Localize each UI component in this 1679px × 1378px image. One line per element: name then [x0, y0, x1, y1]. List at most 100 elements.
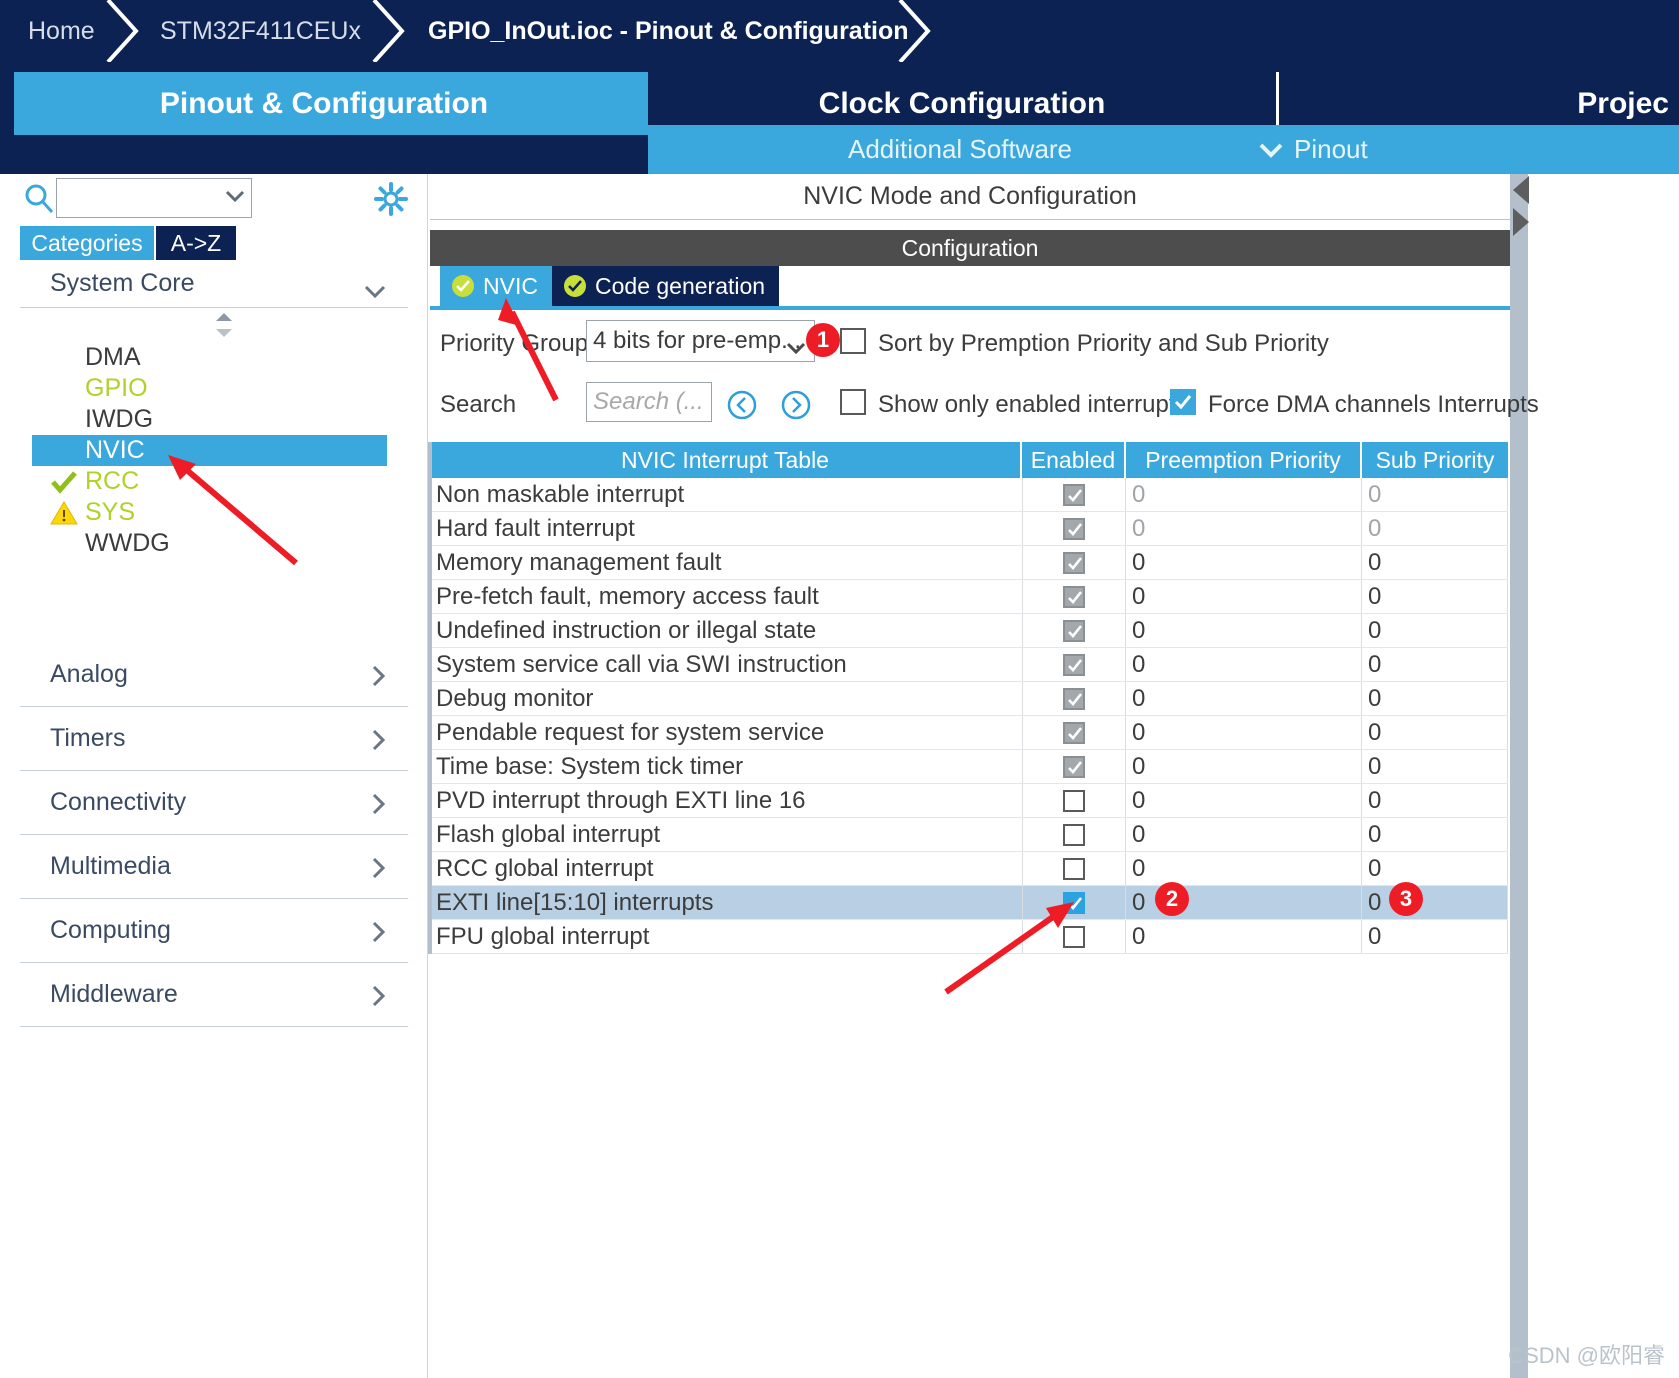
interrupt-search-input[interactable]: Search (... [586, 382, 712, 422]
chevron-right-icon[interactable] [372, 729, 386, 751]
checkbox-checked-icon[interactable] [1063, 483, 1085, 506]
gear-icon[interactable] [374, 182, 408, 216]
column-header-enabled[interactable]: Enabled [1022, 442, 1126, 478]
collapse-left-arrow-icon[interactable] [1513, 176, 1529, 204]
pinout-dropdown[interactable]: Pinout [1258, 125, 1368, 174]
checkbox-unchecked-icon[interactable] [1063, 857, 1085, 880]
checkbox-checked-icon[interactable] [1063, 551, 1085, 574]
preemption-priority-cell[interactable]: 0 [1126, 512, 1362, 545]
panel-vertical-scrollbar[interactable] [1510, 174, 1528, 1378]
table-row[interactable]: Memory management fault 0 0 [430, 546, 1508, 580]
sidebar-item-nvic[interactable]: NVIC [32, 435, 387, 466]
checkbox-checked-icon[interactable] [1063, 585, 1085, 608]
sub-priority-cell[interactable]: 0 [1362, 546, 1508, 579]
sidebar-group-middleware[interactable]: Middleware [20, 963, 408, 1027]
enabled-cell[interactable] [1022, 478, 1126, 511]
table-row[interactable]: Undefined instruction or illegal state 0 0 [430, 614, 1508, 648]
breadcrumb-item-home[interactable]: Home [28, 0, 95, 62]
enabled-cell[interactable] [1022, 580, 1126, 613]
preemption-priority-cell[interactable]: 0 [1126, 682, 1362, 715]
checkbox-checked-icon[interactable] [1063, 721, 1085, 744]
sub-priority-cell[interactable]: 0 [1362, 648, 1508, 681]
enabled-cell[interactable] [1022, 682, 1126, 715]
column-header-sub[interactable]: Sub Priority [1362, 442, 1508, 478]
preemption-priority-cell[interactable]: 0 [1126, 852, 1362, 885]
checkbox-unchecked-icon[interactable] [1063, 789, 1085, 812]
sidebar-group-analog[interactable]: Analog [20, 643, 408, 707]
checkbox-unchecked-icon[interactable] [1063, 925, 1085, 948]
table-row[interactable]: RCC global interrupt 0 0 [430, 852, 1508, 886]
sub-priority-cell[interactable]: 0 [1362, 784, 1508, 817]
preemption-priority-cell[interactable]: 0 [1126, 818, 1362, 851]
checkbox-checked-icon[interactable] [1063, 891, 1085, 914]
table-row[interactable]: Debug monitor 0 0 [430, 682, 1508, 716]
preemption-priority-cell[interactable]: 0 [1126, 716, 1362, 749]
enabled-cell[interactable] [1022, 648, 1126, 681]
enabled-cell[interactable] [1022, 886, 1126, 919]
column-header-name[interactable]: NVIC Interrupt Table [430, 442, 1022, 478]
table-row[interactable]: Pendable request for system service 0 0 [430, 716, 1508, 750]
chevron-left-circle-icon[interactable] [727, 390, 757, 420]
preemption-priority-cell[interactable]: 0 [1126, 784, 1362, 817]
table-row[interactable]: FPU global interrupt 0 0 [430, 920, 1508, 954]
tab-categories[interactable]: Categories [20, 226, 154, 260]
enabled-cell[interactable] [1022, 750, 1126, 783]
chevron-right-icon[interactable] [372, 857, 386, 879]
list-scroll-spinner[interactable] [20, 308, 408, 342]
sub-priority-cell[interactable]: 0 [1362, 818, 1508, 851]
sidebar-group-connectivity[interactable]: Connectivity [20, 771, 408, 835]
show-only-enabled-checkbox[interactable] [840, 389, 866, 415]
sub-priority-cell[interactable]: 0 [1362, 614, 1508, 647]
enabled-cell[interactable] [1022, 512, 1126, 545]
chevron-down-icon[interactable] [364, 277, 386, 299]
sub-priority-cell[interactable]: 0 [1362, 478, 1508, 511]
preemption-priority-cell[interactable]: 0 [1126, 580, 1362, 613]
sidebar-group-computing[interactable]: Computing [20, 899, 408, 963]
enabled-cell[interactable] [1022, 716, 1126, 749]
sidebar-item-rcc[interactable]: RCC [20, 466, 408, 497]
breadcrumb-item-device[interactable]: STM32F411CEUx [160, 0, 361, 62]
enabled-cell[interactable] [1022, 920, 1126, 953]
enabled-cell[interactable] [1022, 784, 1126, 817]
table-row[interactable]: PVD interrupt through EXTI line 16 0 0 [430, 784, 1508, 818]
checkbox-checked-icon[interactable] [1063, 619, 1085, 642]
table-row[interactable]: Pre-fetch fault, memory access fault 0 0 [430, 580, 1508, 614]
sidebar-group-timers[interactable]: Timers [20, 707, 408, 771]
table-row[interactable]: System service call via SWI instruction 0… [430, 648, 1508, 682]
enabled-cell[interactable] [1022, 818, 1126, 851]
sidebar-item-dma[interactable]: DMA [20, 342, 408, 373]
sub-priority-cell[interactable]: 0 [1362, 920, 1508, 953]
priority-group-select[interactable]: 4 bits for pre-emp... [586, 320, 815, 362]
checkbox-checked-icon[interactable] [1063, 517, 1085, 540]
preemption-priority-cell[interactable]: 0 [1126, 920, 1362, 953]
table-row[interactable]: Time base: System tick timer 0 0 [430, 750, 1508, 784]
sub-priority-cell[interactable]: 0 [1362, 750, 1508, 783]
sub-priority-cell[interactable]: 0 [1362, 716, 1508, 749]
chevron-down-icon[interactable] [225, 190, 245, 203]
table-row[interactable]: EXTI line[15:10] interrupts 0 0 [430, 886, 1508, 920]
tab-a-to-z[interactable]: A->Z [156, 226, 236, 260]
additional-software-button[interactable]: Additional Software [848, 125, 1072, 174]
sidebar-group-system-core[interactable]: System Core [20, 260, 408, 308]
enabled-cell[interactable] [1022, 852, 1126, 885]
force-dma-checkbox[interactable] [1170, 389, 1196, 415]
breadcrumb-item-current[interactable]: GPIO_InOut.ioc - Pinout & Configuration [428, 0, 909, 62]
checkbox-checked-icon[interactable] [1063, 653, 1085, 676]
chevron-right-circle-icon[interactable] [781, 390, 811, 420]
tab-code-generation[interactable]: Code generation [552, 266, 780, 306]
preemption-priority-cell[interactable]: 0 [1126, 546, 1362, 579]
chevron-right-icon[interactable] [372, 985, 386, 1007]
sidebar-item-wwdg[interactable]: WWDG [20, 528, 408, 559]
checkbox-unchecked-icon[interactable] [1063, 823, 1085, 846]
sort-by-preemption-checkbox[interactable] [840, 328, 866, 354]
table-row[interactable]: Non maskable interrupt 0 0 [430, 478, 1508, 512]
enabled-cell[interactable] [1022, 614, 1126, 647]
preemption-priority-cell[interactable]: 0 [1126, 478, 1362, 511]
preemption-priority-cell[interactable]: 0 [1126, 614, 1362, 647]
preemption-priority-cell[interactable]: 0 [1126, 750, 1362, 783]
tab-nvic[interactable]: NVIC [440, 266, 552, 306]
sidebar-item-gpio[interactable]: GPIO [20, 373, 408, 404]
table-row[interactable]: Flash global interrupt 0 0 [430, 818, 1508, 852]
column-header-preemption[interactable]: Preemption Priority [1126, 442, 1362, 478]
sidebar-group-multimedia[interactable]: Multimedia [20, 835, 408, 899]
